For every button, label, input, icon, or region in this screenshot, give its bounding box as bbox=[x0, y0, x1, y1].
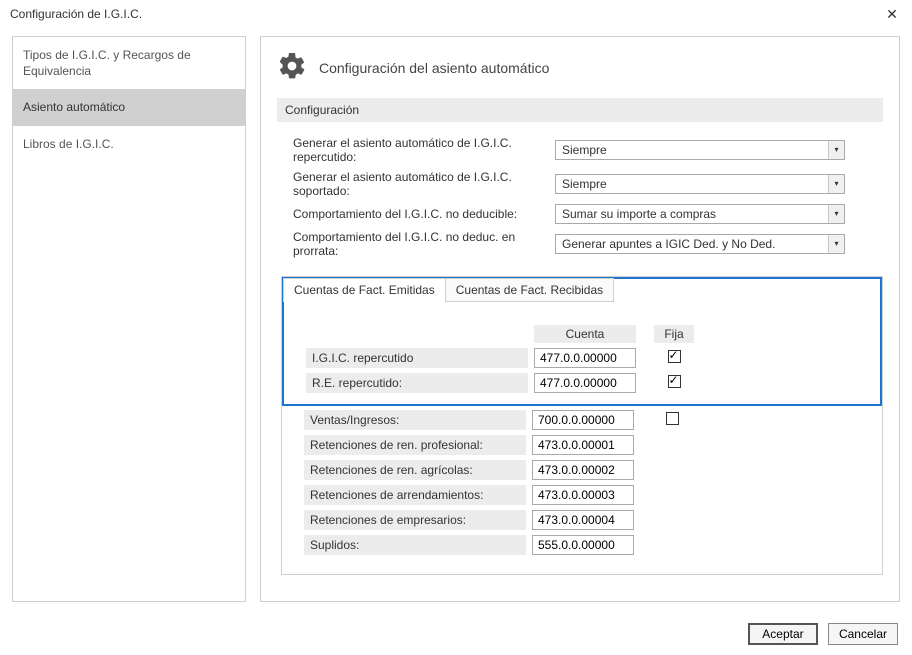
sidebar-item-label: Asiento automático bbox=[23, 100, 125, 114]
row-label: Ventas/Ingresos: bbox=[304, 410, 526, 430]
grid-header: Cuenta Fija bbox=[306, 325, 866, 343]
section-header: Configuración del asiento automático bbox=[277, 51, 883, 84]
accounts-panel: Cuentas de Fact. Emitidas Cuentas de Fac… bbox=[281, 276, 883, 575]
select-value: Sumar su importe a compras bbox=[556, 205, 828, 223]
table-row: Ventas/Ingresos: bbox=[304, 410, 868, 430]
table-row: Retenciones de ren. agrícolas: bbox=[304, 460, 868, 480]
table-row: Retenciones de empresarios: bbox=[304, 510, 868, 530]
tabs: Cuentas de Fact. Emitidas Cuentas de Fac… bbox=[283, 278, 879, 302]
content-panel: Configuración del asiento automático Con… bbox=[260, 36, 900, 602]
cuenta-input[interactable] bbox=[534, 373, 636, 393]
titlebar: Configuración de I.G.I.C. ✕ bbox=[0, 0, 912, 28]
cuenta-input[interactable] bbox=[532, 460, 634, 480]
table-row: Retenciones de arrendamientos: bbox=[304, 485, 868, 505]
gear-icon bbox=[277, 51, 307, 84]
sidebar-item-label: Libros de I.G.I.C. bbox=[23, 137, 114, 151]
table-row: Suplidos: bbox=[304, 535, 868, 555]
select-value: Generar apuntes a IGIC Ded. y No Ded. bbox=[556, 235, 828, 253]
select-no-deducible[interactable]: Sumar su importe a compras ▾ bbox=[555, 204, 845, 224]
sidebar-item-label: Tipos de I.G.I.C. y Recargos de Equivale… bbox=[23, 48, 191, 78]
cuenta-input[interactable] bbox=[532, 535, 634, 555]
cuenta-input[interactable] bbox=[532, 485, 634, 505]
label-prorrata: Comportamiento del I.G.I.C. no deduc. en… bbox=[293, 230, 555, 258]
section-title: Configuración del asiento automático bbox=[319, 60, 549, 76]
col-fija: Fija bbox=[654, 325, 694, 343]
chevron-down-icon: ▾ bbox=[828, 205, 844, 223]
tab-emitidas[interactable]: Cuentas de Fact. Emitidas bbox=[283, 278, 446, 302]
close-icon[interactable]: ✕ bbox=[882, 6, 902, 23]
tab-recibidas[interactable]: Cuentas de Fact. Recibidas bbox=[445, 278, 614, 302]
chevron-down-icon: ▾ bbox=[828, 235, 844, 253]
tab-label: Cuentas de Fact. Emitidas bbox=[294, 283, 435, 297]
chevron-down-icon: ▾ bbox=[828, 175, 844, 193]
col-cuenta: Cuenta bbox=[534, 325, 636, 343]
row-label: Retenciones de ren. profesional: bbox=[304, 435, 526, 455]
row-label: Retenciones de ren. agrícolas: bbox=[304, 460, 526, 480]
table-row: Retenciones de ren. profesional: bbox=[304, 435, 868, 455]
fija-checkbox[interactable] bbox=[668, 375, 681, 388]
cuenta-input[interactable] bbox=[534, 348, 636, 368]
row-label: Retenciones de arrendamientos: bbox=[304, 485, 526, 505]
cancel-button[interactable]: Cancelar bbox=[828, 623, 898, 645]
chevron-down-icon: ▾ bbox=[828, 141, 844, 159]
highlight-box: Cuentas de Fact. Emitidas Cuentas de Fac… bbox=[282, 277, 882, 406]
row-label: I.G.I.C. repercutido bbox=[306, 348, 528, 368]
sidebar-item-libros[interactable]: Libros de I.G.I.C. bbox=[13, 126, 245, 162]
accept-button[interactable]: Aceptar bbox=[748, 623, 818, 645]
row-label: Retenciones de empresarios: bbox=[304, 510, 526, 530]
row-label: R.E. repercutido: bbox=[306, 373, 528, 393]
cuenta-input[interactable] bbox=[532, 435, 634, 455]
window-title: Configuración de I.G.I.C. bbox=[10, 7, 142, 21]
cuenta-input[interactable] bbox=[532, 510, 634, 530]
sidebar-item-asiento[interactable]: Asiento automático bbox=[13, 89, 245, 125]
table-row: R.E. repercutido: bbox=[306, 373, 866, 393]
cuenta-input[interactable] bbox=[532, 410, 634, 430]
select-soportado[interactable]: Siempre ▾ bbox=[555, 174, 845, 194]
fija-checkbox[interactable] bbox=[668, 350, 681, 363]
form-rows: Generar el asiento automático de I.G.I.C… bbox=[293, 136, 883, 258]
label-soportado: Generar el asiento automático de I.G.I.C… bbox=[293, 170, 555, 198]
sidebar: Tipos de I.G.I.C. y Recargos de Equivale… bbox=[12, 36, 246, 602]
row-label: Suplidos: bbox=[304, 535, 526, 555]
fija-checkbox[interactable] bbox=[666, 412, 679, 425]
table-row: I.G.I.C. repercutido bbox=[306, 348, 866, 368]
select-value: Siempre bbox=[556, 141, 828, 159]
footer: Aceptar Cancelar bbox=[748, 623, 898, 645]
select-repercutido[interactable]: Siempre ▾ bbox=[555, 140, 845, 160]
select-prorrata[interactable]: Generar apuntes a IGIC Ded. y No Ded. ▾ bbox=[555, 234, 845, 254]
subheader: Configuración bbox=[277, 98, 883, 122]
select-value: Siempre bbox=[556, 175, 828, 193]
label-repercutido: Generar el asiento automático de I.G.I.C… bbox=[293, 136, 555, 164]
label-no-deducible: Comportamiento del I.G.I.C. no deducible… bbox=[293, 207, 555, 221]
sidebar-item-tipos[interactable]: Tipos de I.G.I.C. y Recargos de Equivale… bbox=[13, 37, 245, 89]
tab-label: Cuentas de Fact. Recibidas bbox=[456, 283, 603, 297]
